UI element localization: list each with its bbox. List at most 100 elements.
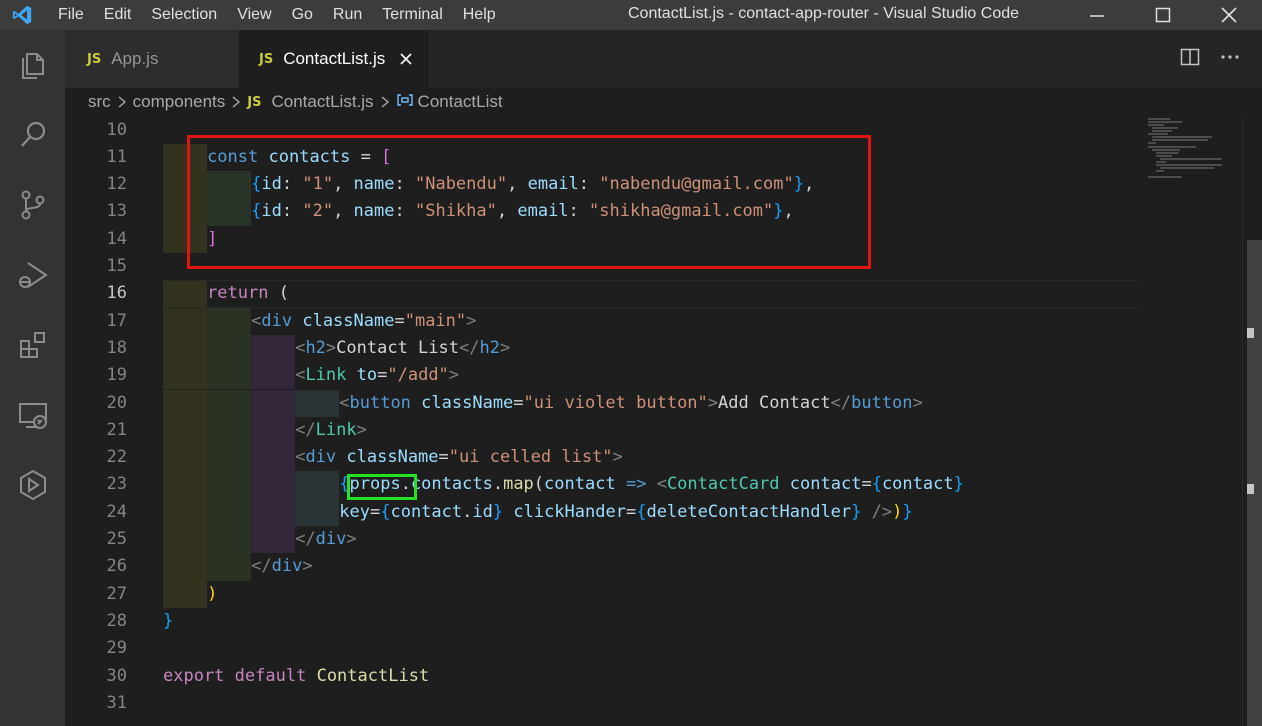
tab-app-js[interactable]: JS App.js: [65, 30, 239, 88]
breadcrumb: src components JS ContactList.js Contact…: [65, 88, 1262, 116]
code-text: <div className="main">: [251, 310, 477, 331]
line-number: 21: [106, 419, 127, 440]
code-text: <button className="ui violet button">Add…: [339, 392, 923, 413]
chevron-right-icon: [117, 95, 127, 109]
close-window-icon[interactable]: [1196, 0, 1262, 30]
code-line[interactable]: 19 <Link to="/add">: [65, 362, 1140, 389]
code-line[interactable]: 18 <h2>Contact List</h2>: [65, 335, 1140, 362]
menu-bar: File Edit Selection View Go Run Terminal…: [44, 0, 506, 30]
chevron-right-icon: [231, 95, 241, 109]
line-number: 14: [106, 228, 127, 249]
split-editor-icon[interactable]: [1180, 47, 1200, 71]
line-number: 18: [106, 337, 127, 358]
line-number: 10: [106, 119, 127, 140]
code-text: </div>: [251, 556, 313, 577]
code-line[interactable]: 23 {props.contacts.map(contact => <Contac…: [65, 471, 1140, 498]
scrollbar-thumb[interactable]: [1247, 240, 1262, 726]
chevron-right-icon: [380, 95, 390, 109]
code-text: {props.contacts.map(contact => <ContactC…: [339, 474, 964, 495]
js-file-icon: JS: [247, 94, 262, 110]
line-number: 12: [106, 174, 127, 195]
menu-help[interactable]: Help: [453, 0, 506, 30]
code-text: </div>: [295, 529, 357, 549]
breadcrumb-src[interactable]: src: [88, 92, 111, 112]
js-file-icon: JS: [259, 51, 274, 67]
menu-go[interactable]: Go: [282, 0, 323, 30]
highlight-box-red: [187, 135, 871, 269]
code-text: <h2>Contact List</h2>: [295, 337, 511, 358]
code-line[interactable]: 16 return (: [65, 280, 1140, 308]
menu-run[interactable]: Run: [323, 0, 372, 30]
line-number: 11: [106, 146, 127, 167]
code-text: ): [207, 583, 218, 604]
breadcrumb-components[interactable]: components: [133, 92, 226, 112]
tab-label: App.js: [111, 49, 159, 68]
line-number: 16: [106, 283, 127, 304]
code-line[interactable]: 31: [65, 690, 1140, 717]
line-number: 13: [106, 201, 127, 222]
tab-contactlist-js[interactable]: JS ContactList.js: [239, 30, 429, 88]
scrollbar-marker: [1247, 484, 1254, 494]
line-number: 20: [106, 392, 127, 413]
highlight-box-green: [347, 474, 417, 500]
maximize-icon[interactable]: [1130, 0, 1196, 30]
current-line-highlight: [163, 280, 1140, 308]
code-text: key={contact.id} clickHander={deleteCont…: [339, 501, 913, 522]
code-line[interactable]: 25 </div>: [65, 526, 1140, 553]
code-line[interactable]: 27): [65, 581, 1140, 608]
line-number: 22: [106, 447, 127, 468]
code-text: <Link to="/add">: [295, 365, 460, 386]
menu-terminal[interactable]: Terminal: [372, 0, 452, 30]
code-text: }: [163, 610, 174, 631]
code-text: return (: [207, 283, 289, 304]
editor-actions: [1180, 30, 1240, 88]
menu-view[interactable]: View: [227, 0, 281, 30]
more-actions-icon[interactable]: [1220, 47, 1240, 71]
extensions-icon[interactable]: [0, 310, 65, 380]
run-debug-icon[interactable]: [0, 240, 65, 310]
line-number: 29: [106, 638, 127, 659]
line-number: 26: [106, 556, 127, 577]
code-line[interactable]: 21 </Link>: [65, 417, 1140, 444]
live-share-icon[interactable]: [0, 450, 65, 520]
activity-bar: [0, 30, 65, 726]
code-line[interactable]: 24 key={contact.id} clickHander={deleteCo…: [65, 499, 1140, 526]
line-number: 30: [106, 665, 127, 686]
search-icon[interactable]: [0, 100, 65, 170]
minimap[interactable]: [1142, 116, 1242, 186]
line-number: 15: [106, 256, 127, 276]
line-number: 23: [106, 474, 127, 495]
line-number: 31: [106, 692, 127, 713]
menu-file[interactable]: File: [44, 0, 94, 30]
vertical-scrollbar[interactable]: [1242, 116, 1262, 726]
code-line[interactable]: 30 export default ContactList: [65, 663, 1140, 690]
line-number: 28: [106, 610, 127, 631]
code-line[interactable]: 22 <div className="ui celled list">: [65, 444, 1140, 471]
explorer-icon[interactable]: [0, 30, 65, 100]
source-control-icon[interactable]: [0, 170, 65, 240]
menu-edit[interactable]: Edit: [94, 0, 142, 30]
window-controls: [1064, 0, 1262, 30]
minimize-icon[interactable]: [1064, 0, 1130, 30]
code-line[interactable]: 28}: [65, 608, 1140, 635]
code-line[interactable]: 26 </div>: [65, 553, 1140, 580]
close-icon[interactable]: [399, 52, 413, 66]
code-text: export default ContactList: [163, 665, 430, 686]
line-number: 27: [106, 583, 127, 604]
editor-tabs: JS App.js JS ContactList.js: [65, 30, 1262, 88]
vscode-logo-icon: [0, 0, 44, 30]
menu-selection[interactable]: Selection: [141, 0, 227, 30]
code-editor[interactable]: 10 11 const contacts = [12 {id: "1", name: …: [65, 116, 1262, 726]
line-number: 24: [106, 501, 127, 522]
remote-explorer-icon[interactable]: [0, 380, 65, 450]
js-file-icon: JS: [87, 51, 102, 67]
breadcrumb-file[interactable]: ContactList.js: [272, 92, 374, 112]
title-bar: File Edit Selection View Go Run Terminal…: [0, 0, 1262, 30]
symbol-variable-icon: [396, 93, 414, 111]
window-title: ContactList.js - contact-app-router - Vi…: [628, 5, 1020, 22]
code-line[interactable]: 20 <button className="ui violet button">A…: [65, 390, 1140, 417]
breadcrumb-symbol[interactable]: ContactList: [418, 92, 503, 112]
code-text: <div className="ui celled list">: [295, 447, 623, 468]
code-line[interactable]: 17 <div className="main">: [65, 308, 1140, 335]
code-line[interactable]: 29: [65, 635, 1140, 662]
